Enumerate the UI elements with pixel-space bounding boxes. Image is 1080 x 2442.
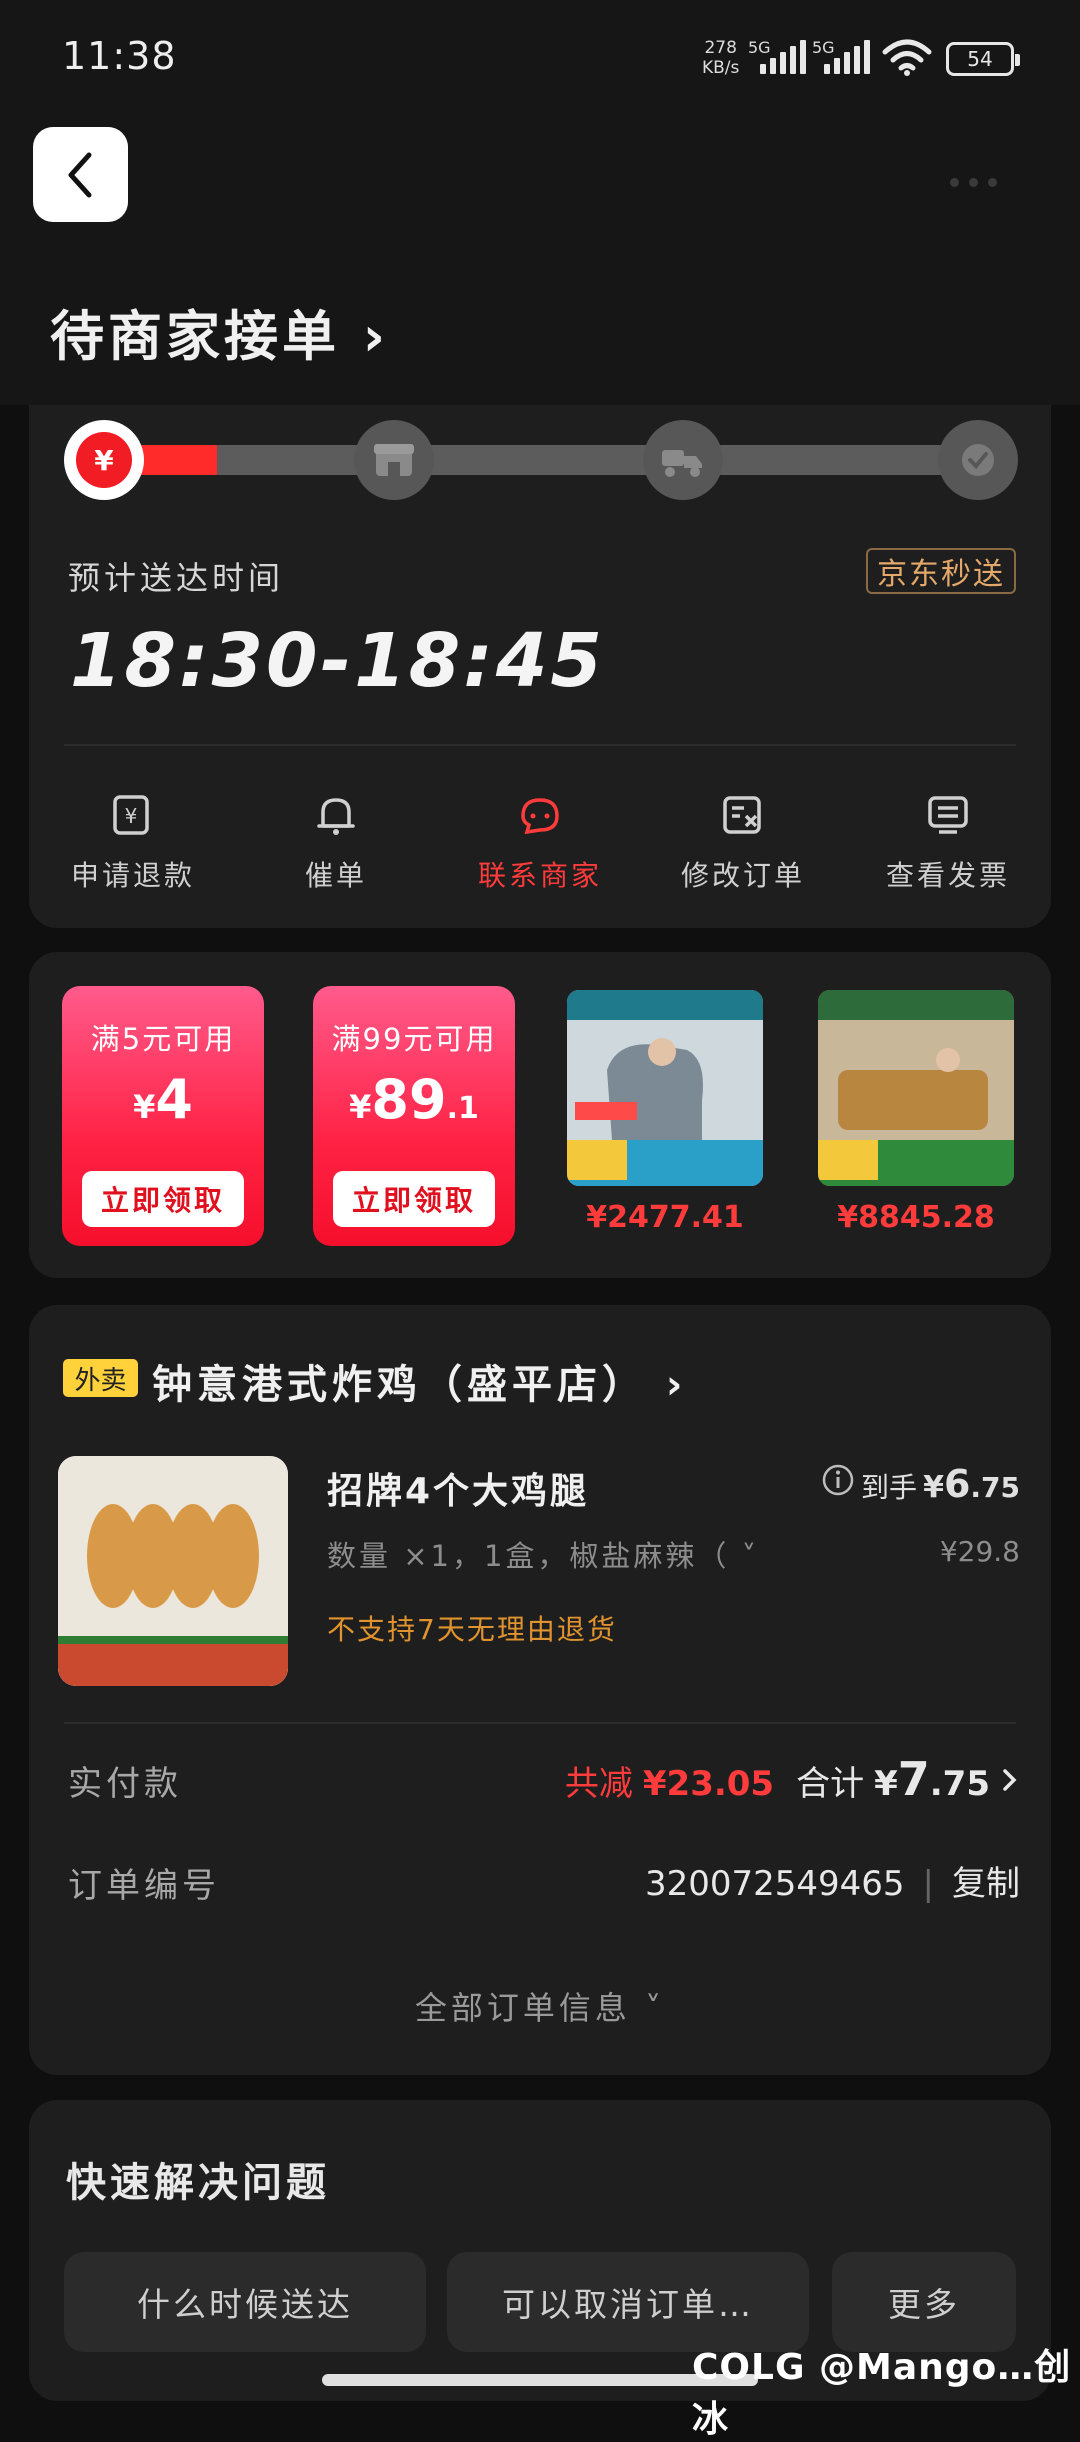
coupon-card[interactable]: 满5元可用 ¥4 立即领取: [62, 986, 264, 1246]
payment-icon: ¥: [76, 432, 132, 488]
eta-time: 18:30-18:45: [70, 618, 605, 704]
order-card: [29, 1305, 1051, 2075]
paid-label: 实付款: [68, 1764, 182, 1804]
view-invoice-button[interactable]: 查看发票: [873, 790, 1023, 894]
delivery-icon: [662, 450, 702, 477]
store-icon: [374, 444, 414, 476]
return-policy-note: 不支持7天无理由退货: [327, 1613, 617, 1646]
chat-icon: [521, 798, 559, 835]
quick-question-button[interactable]: 可以取消订单…: [447, 2252, 809, 2352]
order-number: 320072549465: [644, 1864, 905, 1904]
sofa-product-image[interactable]: [567, 990, 763, 1186]
urge-order-button[interactable]: 催单: [261, 790, 411, 894]
status-bar: 11:38 278 KB/s 5G 5G 54: [0, 0, 1080, 120]
invoice-icon: [928, 796, 968, 834]
more-dots-icon[interactable]: [950, 178, 997, 187]
step-delivered: [938, 420, 1018, 500]
product-price: ¥2477.41: [586, 1200, 744, 1235]
order-number-label: 订单编号: [68, 1866, 220, 1906]
signal-icon: [760, 40, 806, 74]
watermark: COLG @Mango…创冰: [692, 2347, 1072, 2440]
info-icon[interactable]: [821, 1463, 855, 1497]
step-delivery: [643, 420, 723, 500]
order-status-title[interactable]: 待商家接单 ›: [50, 292, 389, 371]
contact-merchant-button[interactable]: 联系商家: [465, 790, 615, 894]
claim-coupon-button[interactable]: 立即领取: [333, 1171, 495, 1227]
progress-track: [100, 445, 1000, 475]
net-price[interactable]: 到手 ¥6.75: [821, 1462, 1020, 1506]
copy-button[interactable]: 复制: [952, 1856, 1020, 1905]
takeout-tag: 外卖: [63, 1359, 138, 1397]
signal-icon-2: [824, 40, 870, 74]
divider: [64, 1722, 1016, 1724]
discount-amount: ¥23.05: [642, 1764, 775, 1804]
claim-coupon-button[interactable]: 立即领取: [82, 1171, 244, 1227]
shop-name[interactable]: 钟意港式炸鸡（盛平店） ›: [152, 1352, 687, 1410]
check-icon: [962, 444, 994, 476]
product-price: ¥8845.28: [837, 1200, 995, 1235]
quick-question-button[interactable]: 什么时候送达: [64, 2252, 426, 2352]
total-amount: ¥7.75: [874, 1752, 990, 1806]
step-payment: ¥: [64, 420, 144, 500]
order-number-row: 320072549465 | 复制: [645, 1856, 1020, 1905]
refund-button[interactable]: ¥ 申请退款: [58, 790, 208, 894]
back-button[interactable]: [33, 127, 128, 222]
coupon-card[interactable]: 满99元可用 ¥89.1 立即领取: [313, 986, 515, 1246]
clock: 11:38: [62, 34, 177, 78]
payment-summary[interactable]: 共减 ¥23.05 合计 ¥7.75: [565, 1752, 1020, 1806]
sofa-product-image[interactable]: [818, 990, 1014, 1186]
item-name: 招牌4个大鸡腿: [327, 1471, 590, 1512]
step-store: [354, 420, 434, 500]
bell-icon: [317, 798, 355, 835]
svg-text:¥: ¥: [125, 804, 138, 828]
food-image[interactable]: [58, 1456, 288, 1686]
modify-order-button[interactable]: 修改订单: [668, 790, 818, 894]
battery-icon: 54: [946, 42, 1020, 76]
edit-order-icon: [723, 796, 761, 834]
service-badge: 京东秒送: [866, 548, 1016, 594]
eta-label: 预计送达时间: [68, 559, 285, 597]
chevron-right-icon: [1003, 1769, 1017, 1791]
divider: [64, 744, 1016, 746]
original-price: ¥29.8: [939, 1535, 1020, 1568]
all-order-info-toggle[interactable]: 全部订单信息 ˅: [0, 1983, 1080, 2029]
wifi-icon: [882, 39, 932, 76]
more-questions-button[interactable]: 更多: [832, 2252, 1016, 2352]
refund-icon: ¥: [113, 795, 149, 835]
chevron-left-icon: [68, 152, 91, 197]
item-spec[interactable]: 数量 ×1，1盒，椒盐麻辣（ ˅: [327, 1533, 759, 1575]
network-speed: 278 KB/s: [702, 38, 740, 78]
quick-solve-title: 快速解决问题: [66, 2160, 330, 2206]
